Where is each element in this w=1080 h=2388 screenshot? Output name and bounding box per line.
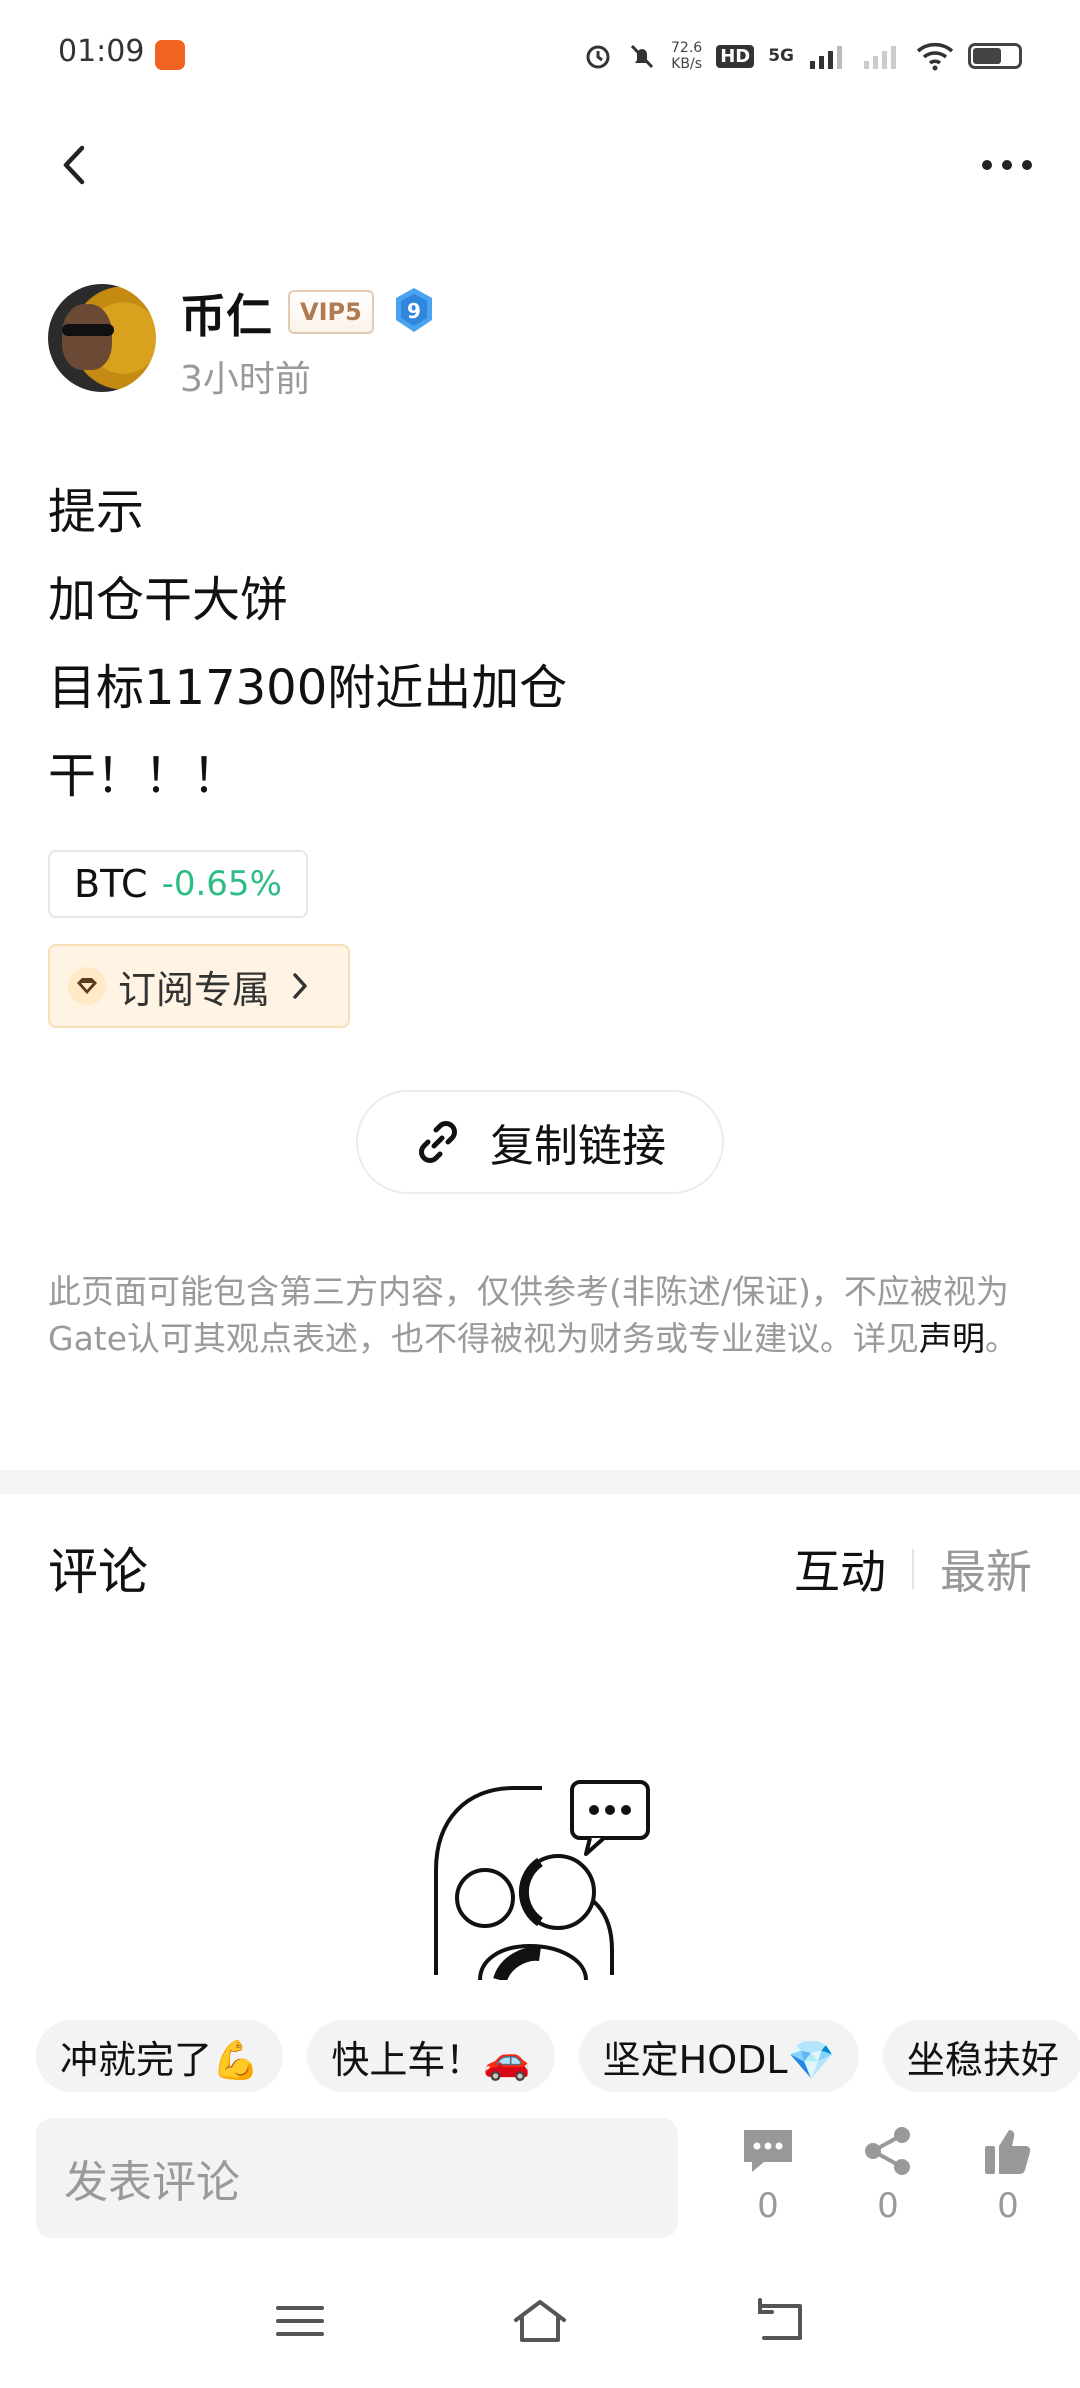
- status-time: 01:09: [58, 34, 145, 69]
- disclaimer: 此页面可能包含第三方内容，仅供参考(非陈述/保证)，不应被视为Gate认可其观点…: [48, 1272, 1019, 1358]
- copy-link-label: 复制链接: [490, 1121, 666, 1172]
- chevron-right-icon: [293, 973, 307, 999]
- subscribe-label: 订阅专属: [118, 967, 271, 1012]
- avatar[interactable]: [48, 284, 156, 392]
- status-icons: 72.6 KB/s HD 5G: [583, 36, 1022, 76]
- alarm-icon: [586, 45, 610, 69]
- empty-comments-illustration: [434, 1780, 650, 1980]
- post-line: 干！！！: [48, 748, 241, 804]
- tab-separator: [912, 1549, 914, 1589]
- post-line: 加仓干大饼: [48, 572, 289, 628]
- quick-reply-chip[interactable]: 冲就完了💪: [36, 2020, 284, 2092]
- app-notification-icon: [155, 40, 185, 70]
- share-icon: [865, 2127, 910, 2175]
- disclaimer-link[interactable]: 声明: [919, 1319, 985, 1358]
- like-button[interactable]: 0: [968, 2126, 1048, 2226]
- share-button[interactable]: 0: [848, 2126, 928, 2226]
- network-type: 5G: [768, 46, 794, 66]
- subscribe-exclusive-button[interactable]: 订阅专属: [48, 944, 350, 1028]
- hd-voice-badge: HD: [716, 44, 755, 68]
- comment-sort-tabs: 互动 最新: [794, 1536, 1032, 1602]
- post-line: 目标117300附近出加仓: [48, 660, 568, 716]
- link-icon: [419, 1121, 457, 1163]
- section-divider: [0, 1470, 1080, 1494]
- quick-replies: 冲就完了💪 快上车！🚗 坚定HODL💎 坐稳扶好: [36, 2020, 1080, 2092]
- post-content: 提示 加仓干大饼 目标117300附近出加仓 干！！！: [48, 468, 567, 820]
- system-back-icon[interactable]: [750, 2296, 810, 2346]
- net-speed: 72.6 KB/s: [671, 40, 703, 72]
- thumbs-up-icon: [985, 2130, 1031, 2174]
- mute-bell-icon: [630, 44, 654, 69]
- signal-icon: [810, 46, 842, 69]
- svg-text:9: 9: [407, 299, 421, 323]
- level-badge-icon: 9: [396, 288, 432, 332]
- battery-icon: [968, 43, 1022, 69]
- quick-reply-chip[interactable]: 坐稳扶好: [882, 2020, 1080, 2092]
- signal-icon-2: [864, 46, 896, 69]
- comment-button[interactable]: 0: [728, 2126, 808, 2226]
- like-count: 0: [997, 2186, 1019, 2226]
- ticker-change: -0.65%: [161, 864, 282, 904]
- author-name[interactable]: 币仁: [180, 280, 272, 346]
- ticker-chip[interactable]: BTC -0.65%: [48, 850, 308, 918]
- comment-input[interactable]: 发表评论: [36, 2118, 678, 2238]
- system-menu-icon[interactable]: [270, 2296, 330, 2346]
- ticker-symbol: BTC: [74, 862, 148, 906]
- quick-reply-chip[interactable]: 快上车！🚗: [307, 2020, 555, 2092]
- post-time: 3小时前: [180, 359, 311, 400]
- vip-badge: VIP5: [288, 290, 374, 334]
- system-home-icon[interactable]: [510, 2296, 570, 2346]
- more-options-icon[interactable]: [982, 150, 1040, 180]
- back-arrow-icon[interactable]: [54, 140, 94, 190]
- comment-icon: [744, 2130, 792, 2172]
- copy-link-button[interactable]: 复制链接: [356, 1090, 724, 1194]
- diamond-icon: [68, 967, 106, 1005]
- comment-count: 0: [757, 2186, 779, 2226]
- comments-title: 评论: [48, 1543, 148, 1601]
- share-count: 0: [877, 2186, 899, 2226]
- quick-reply-chip[interactable]: 坚定HODL💎: [578, 2020, 859, 2092]
- post-line: 提示: [48, 484, 145, 540]
- tab-latest[interactable]: 最新: [940, 1536, 1032, 1602]
- tab-interactive[interactable]: 互动: [794, 1536, 886, 1602]
- wifi-icon: [916, 43, 954, 71]
